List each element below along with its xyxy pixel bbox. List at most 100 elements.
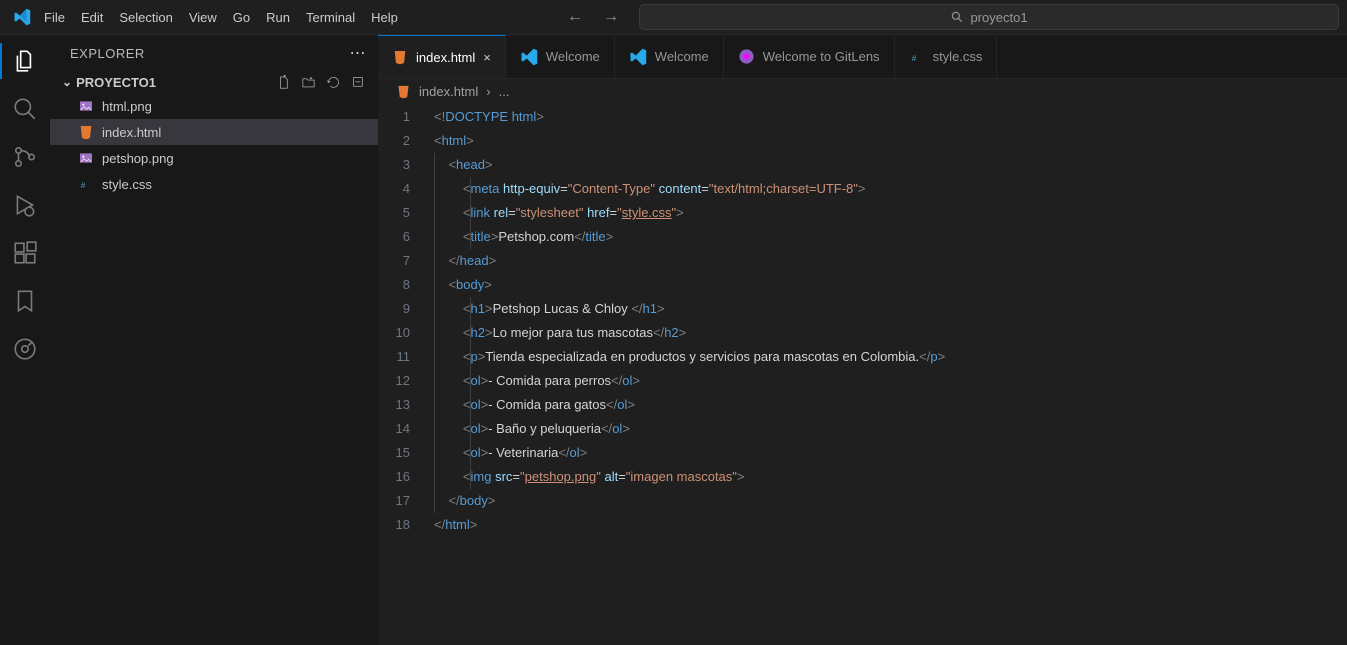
line-number: 16 [378,465,410,489]
activity-bar [0,35,50,645]
tab-welcome-to-gitlens[interactable]: Welcome to GitLens [724,35,895,78]
search-input[interactable]: proyecto1 [639,4,1339,30]
new-folder-icon[interactable] [301,75,316,90]
css-icon: # [78,176,94,192]
titlebar: FileEditSelectionViewGoRunTerminalHelp ←… [0,0,1347,35]
file-style.css[interactable]: # style.css [50,171,378,197]
nav-back-icon[interactable]: ← [567,8,583,26]
new-file-icon[interactable] [276,75,291,90]
file-label: style.css [102,177,152,192]
gitlens-icon[interactable] [11,335,39,363]
search-icon [950,10,964,24]
tab-label: style.css [933,49,983,64]
tab-welcome[interactable]: Welcome [615,35,724,78]
vscode-logo-icon [8,8,36,26]
code-line-7[interactable]: </head> [434,249,1347,273]
code-line-14[interactable]: <ol>- Baño y peluqueria</ol> [434,417,1347,441]
code-line-15[interactable]: <ol>- Veterinaria</ol> [434,441,1347,465]
line-number: 12 [378,369,410,393]
line-number: 7 [378,249,410,273]
code-line-13[interactable]: <ol>- Comida para gatos</ol> [434,393,1347,417]
close-icon[interactable]: × [483,50,491,65]
css-icon: # [909,49,925,65]
bookmark-icon[interactable] [11,287,39,315]
vscode-icon [520,48,538,66]
line-number: 2 [378,129,410,153]
file-label: index.html [102,125,161,140]
refresh-icon[interactable] [326,75,341,90]
gutter: 123456789101112131415161718 [378,105,434,645]
menu-edit[interactable]: Edit [73,4,111,31]
line-number: 13 [378,393,410,417]
code-line-18[interactable]: </html> [434,513,1347,537]
line-number: 18 [378,513,410,537]
sidebar-header: EXPLORER ⋯ [50,35,378,71]
file-petshop.png[interactable]: petshop.png [50,145,378,171]
menu-run[interactable]: Run [258,4,298,31]
line-number: 11 [378,345,410,369]
file-index.html[interactable]: index.html [50,119,378,145]
file-label: html.png [102,99,152,114]
nav-forward-icon[interactable]: → [603,8,619,26]
code-line-3[interactable]: <head> [434,153,1347,177]
tab-welcome[interactable]: Welcome [506,35,615,78]
code-line-1[interactable]: <!DOCTYPE html> [434,105,1347,129]
code-line-12[interactable]: <ol>- Comida para perros</ol> [434,369,1347,393]
line-number: 15 [378,441,410,465]
code-line-4[interactable]: <meta http-equiv="Content-Type" content=… [434,177,1347,201]
file-html.png[interactable]: html.png [50,93,378,119]
menu-file[interactable]: File [36,4,73,31]
sidebar-more-icon[interactable]: ⋯ [350,43,367,63]
code-line-6[interactable]: <title>Petshop.com</title> [434,225,1347,249]
menu-bar: FileEditSelectionViewGoRunTerminalHelp [36,4,406,31]
search-text: proyecto1 [970,10,1027,25]
code-line-5[interactable]: <link rel="stylesheet" href="style.css"> [434,201,1347,225]
explorer-icon[interactable] [11,47,39,75]
editor: index.html × Welcome Welcome Welcome to GitL… [378,35,1347,645]
menu-selection[interactable]: Selection [111,4,180,31]
sidebar-title: EXPLORER [70,46,145,61]
folder-row[interactable]: ⌄ PROYECTO1 [50,71,378,93]
code-line-8[interactable]: <body> [434,273,1347,297]
menu-view[interactable]: View [181,4,225,31]
breadcrumb[interactable]: index.html › ... [378,79,1347,103]
breadcrumb-file: index.html [419,84,478,99]
sidebar: EXPLORER ⋯ ⌄ PROYECTO1 html.png index.htm… [50,35,378,645]
file-label: petshop.png [102,151,174,166]
code-line-17[interactable]: </body> [434,489,1347,513]
extensions-icon[interactable] [11,239,39,267]
code-line-9[interactable]: <h1>Petshop Lucas & Chloy </h1> [434,297,1347,321]
menu-go[interactable]: Go [225,4,258,31]
debug-icon[interactable] [11,191,39,219]
collapse-icon[interactable] [351,75,366,90]
search-activity-icon[interactable] [11,95,39,123]
tab-index.html[interactable]: index.html × [378,35,506,78]
tab-label: Welcome [655,49,709,64]
tab-style.css[interactable]: # style.css [895,35,998,78]
line-number: 6 [378,225,410,249]
menu-terminal[interactable]: Terminal [298,4,363,31]
menu-help[interactable]: Help [363,4,406,31]
code-line-2[interactable]: <html> [434,129,1347,153]
gitlens-icon [738,48,755,65]
code-line-11[interactable]: <p>Tienda especializada en productos y s… [434,345,1347,369]
vscode-icon [629,48,647,66]
tab-label: Welcome to GitLens [763,49,880,64]
source-control-icon[interactable] [11,143,39,171]
tab-label: index.html [416,50,475,65]
line-number: 4 [378,177,410,201]
code-line-16[interactable]: <img src="petshop.png" alt="imagen masco… [434,465,1347,489]
breadcrumb-more: ... [499,84,510,99]
tab-bar: index.html × Welcome Welcome Welcome to GitL… [378,35,1347,79]
line-number: 10 [378,321,410,345]
svg-text:#: # [81,180,86,190]
code-line-10[interactable]: <h2>Lo mejor para tus mascotas</h2> [434,321,1347,345]
code-editor[interactable]: 123456789101112131415161718 <!DOCTYPE ht… [378,103,1347,645]
line-number: 5 [378,201,410,225]
nav-arrows: ← → [555,8,631,26]
line-number: 8 [378,273,410,297]
image-icon [78,98,94,114]
image-icon [78,150,94,166]
chevron-down-icon: ⌄ [62,75,72,89]
code-lines: <!DOCTYPE html><html> <head> <meta http-… [434,105,1347,645]
